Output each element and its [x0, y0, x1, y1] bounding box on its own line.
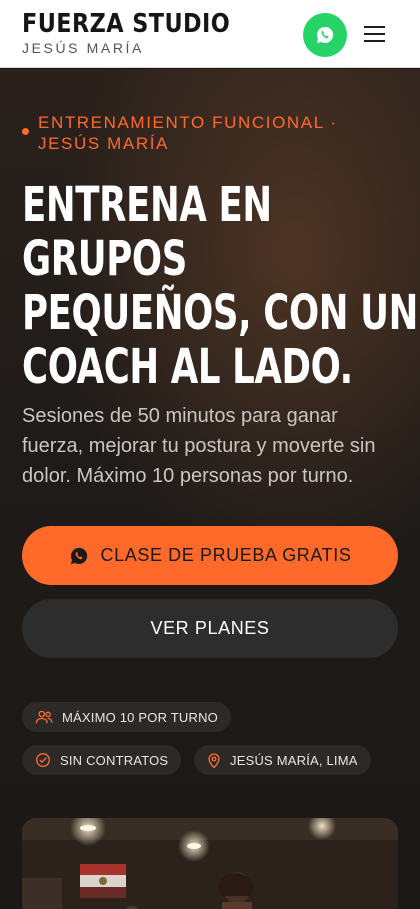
free-trial-button[interactable]: CLASE DE PRUEBA GRATIS — [22, 526, 398, 585]
view-plans-button[interactable]: VER PLANES — [22, 599, 398, 658]
headline-line: COACH AL LADO. — [22, 339, 353, 395]
hero-lead: Sesiones de 50 minutos para ganar fuerza… — [22, 405, 376, 487]
menu-icon — [364, 26, 385, 28]
headline-line: ENTRENA EN — [22, 177, 272, 233]
menu-button[interactable] — [364, 24, 386, 44]
whatsapp-icon — [316, 26, 334, 44]
badge-label: SIN CONTRATOS — [60, 752, 169, 768]
headline-line: PEQUEÑOS, CON UN — [22, 285, 418, 341]
gym-photo-illustration — [22, 818, 398, 909]
whatsapp-button[interactable] — [303, 13, 347, 57]
menu-icon-bar — [364, 40, 385, 42]
check-circle-icon — [36, 753, 50, 767]
hero-eyebrow: ENTRENAMIENTO FUNCIONAL · JESÚS MARÍA — [38, 113, 338, 153]
view-plans-label: VER PLANES — [150, 618, 270, 638]
free-trial-label: CLASE DE PRUEBA GRATIS — [100, 545, 352, 565]
whatsapp-icon — [70, 547, 87, 564]
gym-photo — [22, 818, 398, 909]
badge-max-per-shift: MÁXIMO 10 POR TURNO — [22, 702, 231, 732]
headline-line: GRUPOS — [22, 231, 187, 287]
badge-location: JESÚS MARÍA, LIMA — [194, 745, 371, 775]
brand-name[interactable]: FUERZA STUDIO — [22, 9, 230, 39]
badge-label: JESÚS MARÍA, LIMA — [230, 752, 358, 768]
menu-icon-bar — [364, 33, 385, 35]
hero-headline: ENTRENA EN GRUPOS PEQUEÑOS, CON UN COACH… — [22, 177, 418, 395]
users-icon — [35, 710, 53, 724]
brand-location: JESÚS MARÍA — [22, 40, 144, 56]
badge-no-contracts: SIN CONTRATOS — [22, 745, 182, 775]
site-header: FUERZA STUDIO JESÚS MARÍA — [0, 0, 420, 68]
badge-label: MÁXIMO 10 POR TURNO — [62, 709, 218, 725]
map-pin-icon — [208, 752, 220, 768]
